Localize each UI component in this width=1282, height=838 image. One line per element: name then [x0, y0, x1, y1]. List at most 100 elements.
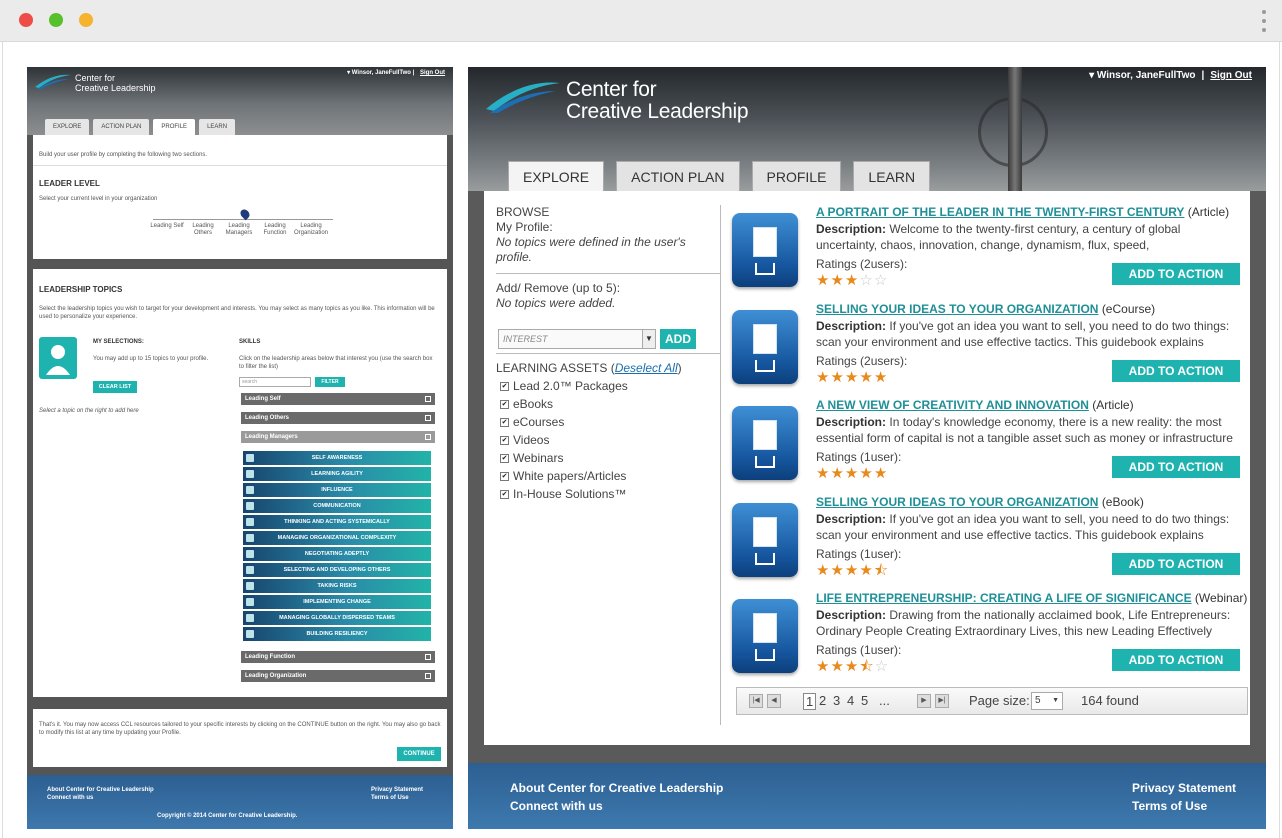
level-leading-managers[interactable]: Leading Managers [221, 223, 257, 237]
result-title-link[interactable]: LIFE ENTREPRENEURSHIP: CREATING A LIFE O… [816, 591, 1192, 605]
tab-profile[interactable]: PROFILE [751, 161, 842, 191]
interest-select[interactable]: INTEREST ▼ [498, 329, 656, 349]
footer-terms-link[interactable]: Terms of Use [371, 795, 409, 801]
star-empty-icon[interactable]: ☆ [875, 658, 889, 675]
page-3[interactable]: 3 [833, 693, 840, 708]
section-leading-others[interactable]: Leading Others [241, 412, 435, 424]
star-filled-icon[interactable]: ★ [859, 562, 873, 579]
prev-page-icon[interactable]: ◀ [767, 694, 781, 708]
clear-list-button[interactable]: CLEAR LIST [93, 381, 137, 393]
result-title-link[interactable]: SELLING YOUR IDEAS TO YOUR ORGANIZATION [816, 495, 1098, 509]
close-window-icon[interactable] [19, 13, 33, 27]
skill-item[interactable]: LEARNING AGILITY [243, 467, 431, 481]
level-leading-organization[interactable]: Leading Organization [293, 223, 329, 237]
result-title-link[interactable]: A NEW VIEW OF CREATIVITY AND INNOVATION [816, 398, 1089, 412]
star-filled-icon[interactable]: ★ [845, 465, 859, 482]
page-2[interactable]: 2 [819, 693, 826, 708]
skill-item[interactable]: COMMUNICATION [243, 499, 431, 513]
star-empty-icon[interactable]: ☆ [859, 272, 873, 289]
star-filled-icon[interactable]: ★ [845, 658, 859, 675]
star-filled-icon[interactable]: ★ [816, 465, 830, 482]
asset-checkbox-ecourses[interactable]: ✔ eCourses [496, 413, 682, 431]
star-rating[interactable]: ★★★★⯪ [816, 562, 889, 579]
footer-about-link[interactable]: About Center for Creative Leadership [510, 781, 723, 795]
graduation-monitor-icon[interactable] [732, 309, 798, 384]
skill-item[interactable]: SELF AWARENESS [243, 451, 431, 465]
star-filled-icon[interactable]: ★ [830, 562, 844, 579]
page-size-select[interactable]: 5 ▼ [1031, 692, 1063, 710]
left-user-menu[interactable]: ▾ Winsor, JaneFullTwo | Sign Out [347, 69, 445, 76]
document-icon[interactable] [732, 213, 798, 287]
checkbox-checked-icon[interactable]: ✔ [500, 381, 509, 391]
star-filled-icon[interactable]: ★ [874, 369, 888, 386]
skill-item[interactable]: THINKING AND ACTING SYSTEMICALLY [243, 515, 431, 529]
star-filled-icon[interactable]: ★ [845, 562, 859, 579]
left-sign-out-link[interactable]: Sign Out [420, 70, 445, 76]
kebab-menu-icon[interactable] [1262, 10, 1266, 32]
result-title-link[interactable]: SELLING YOUR IDEAS TO YOUR ORGANIZATION [816, 302, 1098, 316]
left-tab-profile[interactable]: PROFILE [153, 119, 196, 135]
tab-learn[interactable]: LEARN [853, 161, 931, 191]
footer-privacy-link[interactable]: Privacy Statement [1132, 781, 1236, 795]
add-to-action-plan-button[interactable]: ADD TO ACTION PLAN [1112, 456, 1240, 496]
level-leading-self[interactable]: Leading Self [149, 223, 185, 230]
asset-checkbox-videos[interactable]: ✔ Videos [496, 431, 682, 449]
star-filled-icon[interactable]: ★ [816, 369, 830, 386]
first-page-icon[interactable]: |◀ [749, 694, 763, 708]
skill-item[interactable]: INFLUENCE [243, 483, 431, 497]
page-4[interactable]: 4 [847, 693, 854, 708]
asset-checkbox-ebooks[interactable]: ✔ eBooks [496, 395, 682, 413]
left-tab-explore[interactable]: EXPLORE [45, 119, 90, 135]
star-filled-icon[interactable]: ★ [816, 272, 830, 289]
skill-item[interactable]: NEGOTIATING ADEPTLY [243, 547, 431, 561]
skill-item[interactable]: TAKING RISKS [243, 579, 431, 593]
asset-checkbox-inhouse[interactable]: ✔ In-House Solutions™ [496, 485, 682, 503]
section-leading-self[interactable]: Leading Self [241, 393, 435, 405]
deselect-all-link[interactable]: Deselect All [615, 361, 678, 375]
footer-privacy-link[interactable]: Privacy Statement [371, 787, 423, 793]
footer-connect-link[interactable]: Connect with us [510, 799, 603, 813]
left-tab-learn[interactable]: LEARN [199, 119, 236, 135]
page-1[interactable]: 1 [803, 693, 817, 710]
ebook-icon[interactable] [732, 502, 798, 577]
star-filled-icon[interactable]: ★ [830, 465, 844, 482]
skill-item[interactable]: BUILDING RESILIENCY [243, 627, 431, 641]
left-tab-action-plan[interactable]: ACTION PLAN [93, 119, 150, 135]
level-leading-others[interactable]: Leading Others [185, 223, 221, 237]
star-filled-icon[interactable]: ★ [830, 369, 844, 386]
right-user-menu[interactable]: ▾ Winsor, JaneFullTwo | Sign Out [1089, 70, 1252, 81]
asset-checkbox-lead[interactable]: ✔ Lead 2.0™ Packages [496, 377, 682, 395]
minimize-window-icon[interactable] [79, 13, 93, 27]
add-to-action-plan-button[interactable]: ADD TO ACTION PLAN [1112, 359, 1240, 400]
asset-checkbox-whitepapers[interactable]: ✔ White papers/Articles [496, 467, 682, 485]
chevron-down-icon[interactable]: ▼ [642, 329, 656, 349]
star-rating[interactable]: ★★★⯪☆ [816, 659, 889, 675]
star-rating[interactable]: ★★★★★ [816, 369, 888, 386]
star-filled-icon[interactable]: ★ [816, 562, 830, 579]
continue-button[interactable]: CONTINUE [397, 747, 441, 761]
level-leading-function[interactable]: Leading Function [257, 223, 293, 237]
star-filled-icon[interactable]: ★ [845, 369, 859, 386]
checkbox-checked-icon[interactable]: ✔ [500, 471, 509, 481]
section-leading-managers[interactable]: Leading Managers [241, 431, 435, 443]
right-sign-out-link[interactable]: Sign Out [1210, 70, 1252, 81]
star-rating[interactable]: ★★★☆☆ [816, 273, 888, 289]
tab-action-plan[interactable]: ACTION PLAN [616, 161, 740, 191]
footer-about-link[interactable]: About Center for Creative Leadership [47, 787, 154, 793]
star-filled-icon[interactable]: ★ [830, 658, 844, 675]
asset-checkbox-webinars[interactable]: ✔ Webinars [496, 449, 682, 467]
filter-button[interactable]: FILTER [315, 377, 345, 387]
footer-connect-link[interactable]: Connect with us [47, 795, 93, 801]
section-leading-organization[interactable]: Leading Organization [241, 670, 435, 682]
star-rating[interactable]: ★★★★★ [816, 466, 888, 482]
checkbox-checked-icon[interactable]: ✔ [500, 435, 509, 445]
skills-search-input[interactable]: search [239, 377, 311, 387]
maximize-window-icon[interactable] [49, 13, 63, 27]
star-filled-icon[interactable]: ★ [816, 658, 830, 675]
star-empty-icon[interactable]: ☆ [874, 272, 888, 289]
skill-item[interactable]: MANAGING GLOBALLY DISPERSED TEAMS [243, 611, 431, 625]
star-filled-icon[interactable]: ★ [859, 465, 873, 482]
star-filled-icon[interactable]: ★ [830, 272, 844, 289]
skill-item[interactable]: IMPLEMENTING CHANGE [243, 595, 431, 609]
section-leading-function[interactable]: Leading Function [241, 651, 435, 663]
